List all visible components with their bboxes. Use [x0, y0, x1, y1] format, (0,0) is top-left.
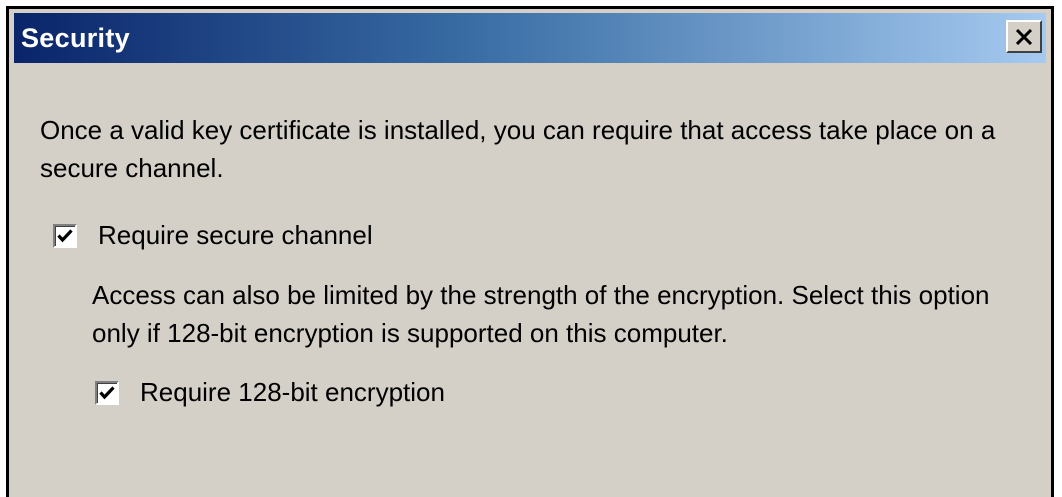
require-128-bit-encryption-label[interactable]: Require 128-bit encryption: [140, 377, 445, 408]
checkmark-icon: [57, 228, 73, 243]
close-button[interactable]: [1006, 20, 1042, 53]
require-secure-channel-label[interactable]: Require secure channel: [98, 220, 373, 251]
dialog-title: Security: [21, 22, 130, 53]
intro-text: Once a valid key certificate is installe…: [40, 115, 996, 183]
require-128-bit-encryption-checkbox[interactable]: Require 128-bit encryption: [95, 377, 445, 408]
checkbox-box[interactable]: [95, 380, 119, 405]
checkbox-box[interactable]: [53, 223, 77, 248]
checkmark-icon: [99, 385, 115, 400]
encryption-note-text: Access can also be limited by the streng…: [92, 280, 990, 348]
require-secure-channel-checkbox[interactable]: Require secure channel: [53, 220, 373, 251]
close-icon: [1015, 28, 1033, 45]
title-bar[interactable]: Security: [14, 13, 1046, 63]
security-dialog: Security Once a valid key certificate is…: [6, 6, 1054, 497]
